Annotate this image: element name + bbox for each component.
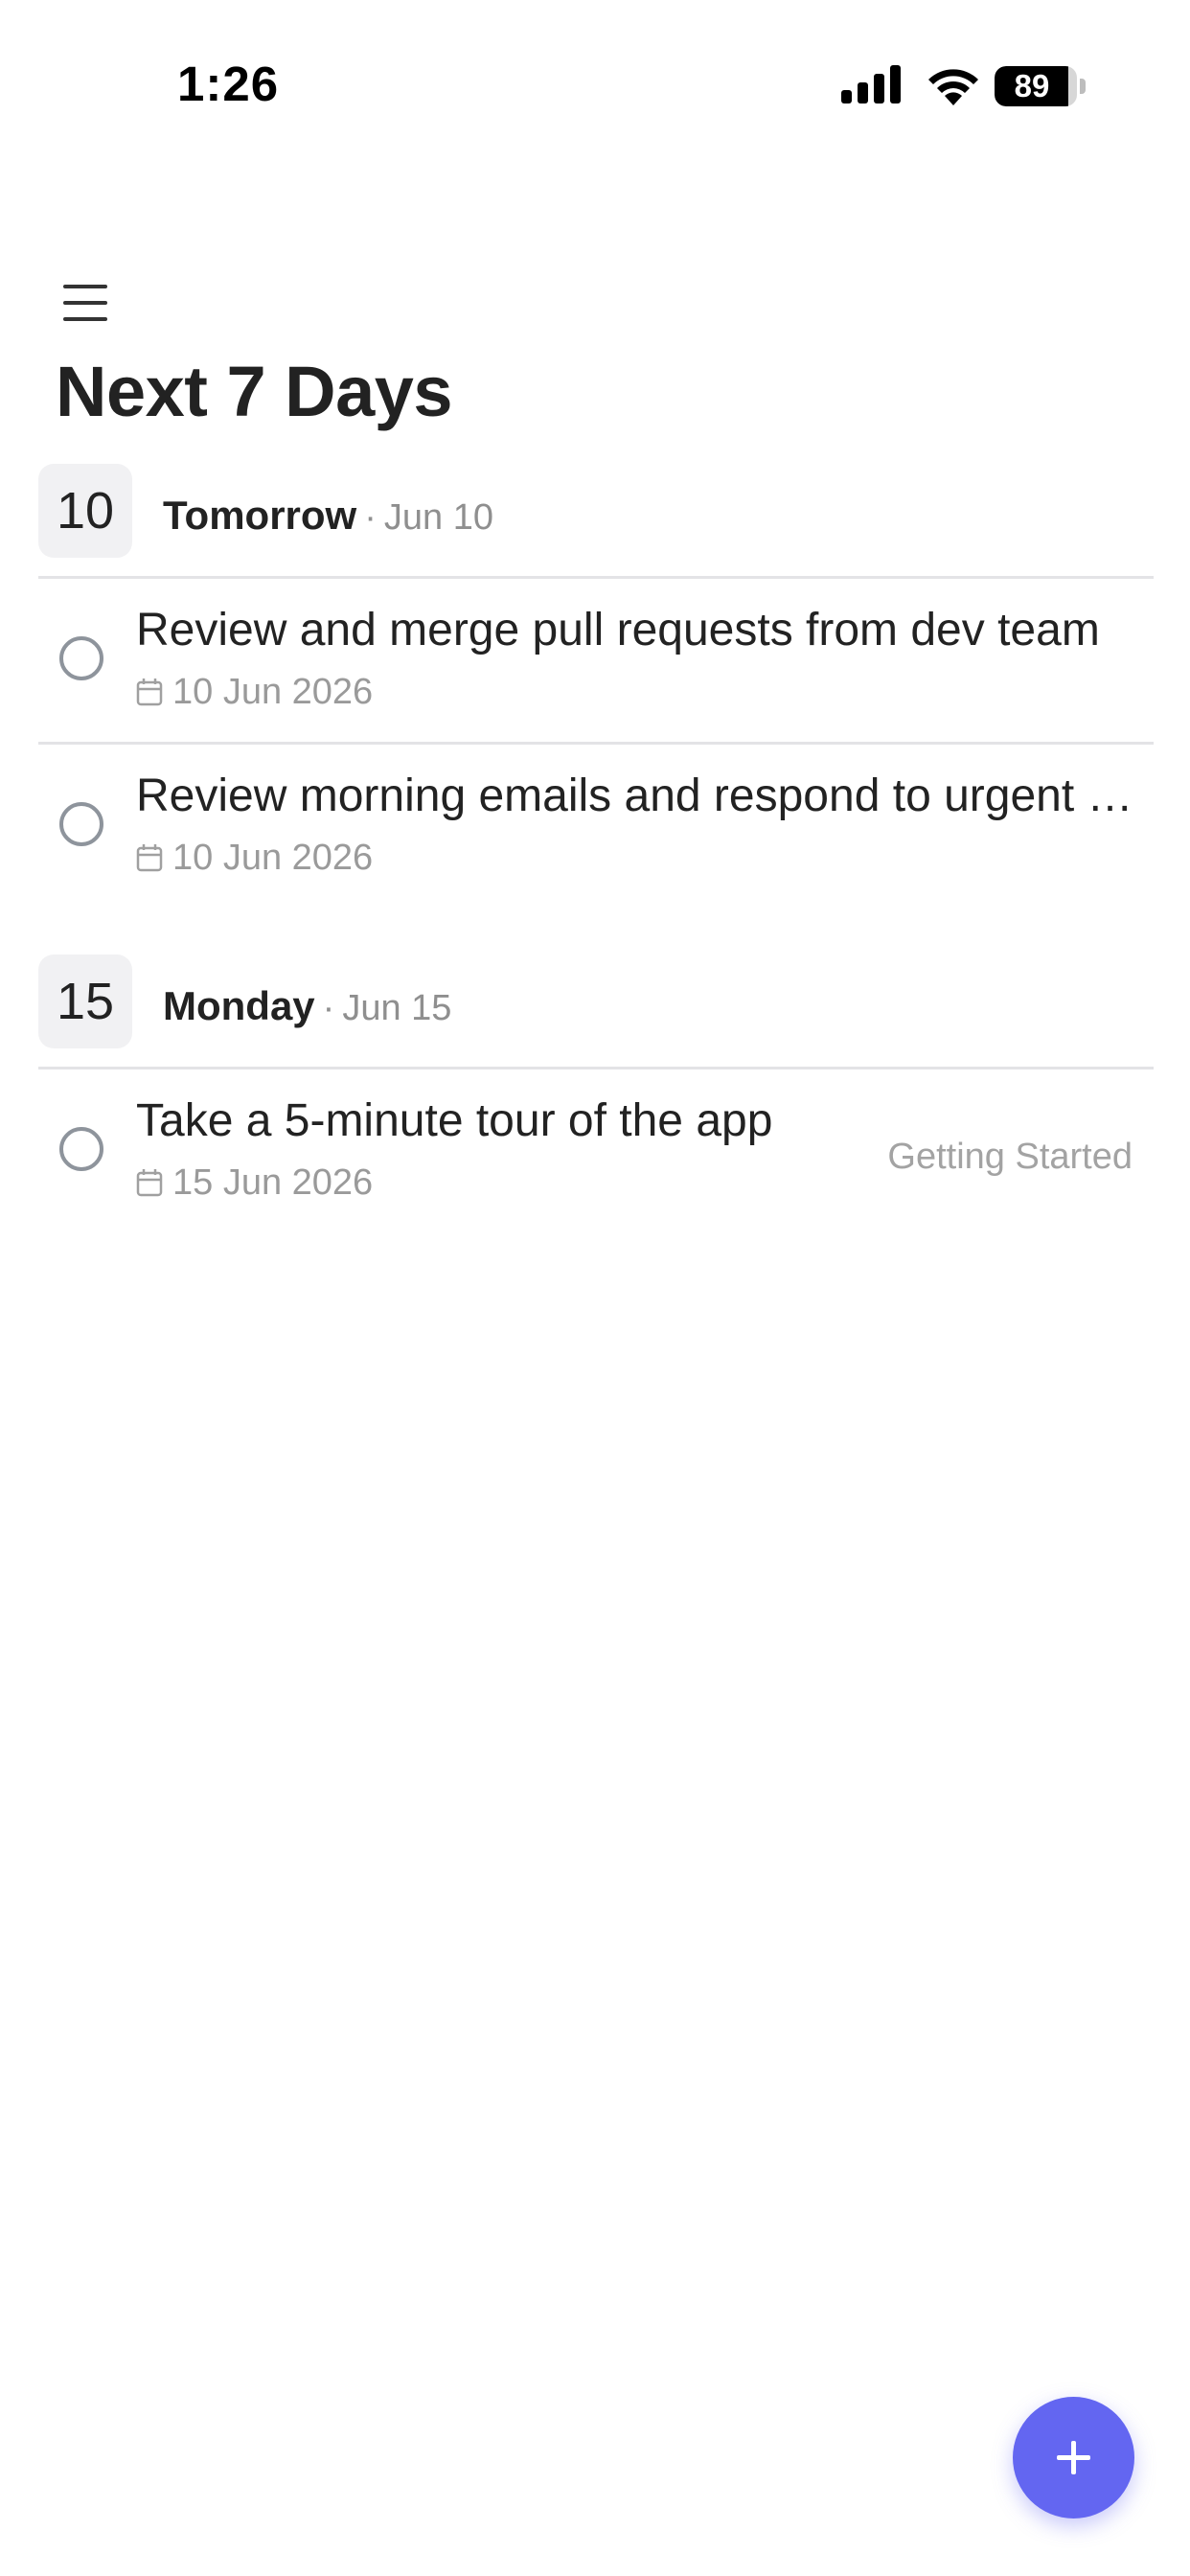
task-due-date: 10 Jun 2026	[172, 671, 374, 712]
task-title: Review and merge pull requests from dev …	[136, 605, 1100, 656]
task-title: Take a 5-minute tour of the app	[136, 1095, 773, 1146]
page-title: Next 7 Days	[56, 352, 453, 431]
add-task-button[interactable]	[1013, 2397, 1134, 2518]
status-time: 1:26	[177, 57, 280, 111]
status-bar: 1:26 89	[0, 0, 1190, 144]
task-row[interactable]: Review and merge pull requests from dev …	[38, 579, 1154, 742]
day-number-badge: 10	[38, 464, 132, 558]
day-name: Monday	[163, 983, 315, 1028]
calendar-icon	[136, 1169, 163, 1197]
task-checkbox[interactable]	[59, 636, 103, 680]
task-title: Review morning emails and respond to urg…	[136, 770, 1152, 821]
battery-cap	[1080, 79, 1086, 94]
app-screen: 1:26 89 Next 7 Days 10 Tomorrow · Jun 10…	[0, 0, 1190, 2576]
task-row[interactable]: Take a 5-minute tour of the app 15 Jun 2…	[38, 1070, 1154, 1232]
day-date: Jun 10	[383, 497, 493, 538]
task-checkbox[interactable]	[59, 1127, 103, 1171]
calendar-icon	[136, 678, 163, 706]
battery-icon: 89	[995, 66, 1087, 106]
task-meta: 15 Jun 2026	[136, 1162, 373, 1204]
day-label: Monday · Jun 15	[163, 983, 451, 1029]
task-meta: 10 Jun 2026	[136, 671, 373, 713]
battery-level: 89	[1014, 68, 1050, 104]
day-date: Jun 15	[342, 988, 452, 1028]
section-header-tomorrow: 10 Tomorrow · Jun 10	[38, 464, 1154, 560]
task-row[interactable]: Review morning emails and respond to urg…	[38, 745, 1154, 908]
section-header-monday: 15 Monday · Jun 15	[38, 954, 1154, 1050]
wifi-icon	[928, 69, 978, 105]
day-name: Tomorrow	[163, 493, 357, 538]
day-separator: ·	[364, 497, 377, 538]
task-due-date: 15 Jun 2026	[172, 1162, 374, 1203]
day-number-badge: 15	[38, 954, 132, 1048]
cellular-signal-icon	[841, 65, 901, 104]
day-label: Tomorrow · Jun 10	[163, 493, 493, 539]
task-due-date: 10 Jun 2026	[172, 837, 374, 878]
battery-body: 89	[995, 66, 1077, 106]
task-checkbox[interactable]	[59, 802, 103, 846]
day-separator: ·	[322, 988, 335, 1028]
task-list-label: Getting Started	[887, 1137, 1133, 1177]
task-meta: 10 Jun 2026	[136, 837, 373, 879]
hamburger-menu-icon[interactable]	[50, 268, 119, 337]
calendar-icon	[136, 844, 163, 872]
